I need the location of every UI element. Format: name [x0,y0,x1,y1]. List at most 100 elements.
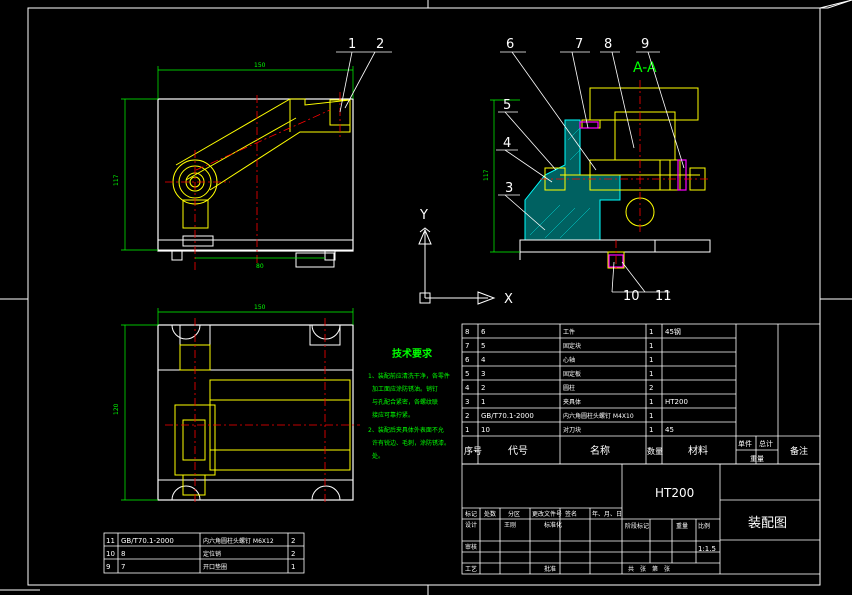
section-label: A-A [633,60,657,76]
balloon-8: 8 [604,37,612,52]
balloon-1: 1 [348,37,356,52]
bom-header-total: 总计 [759,439,773,448]
bom-cell-no: 3 [465,398,469,406]
balloon-7: 7 [575,37,583,52]
bom-header-name: 名称 [590,444,610,457]
bom-cell-no: 6 [465,356,470,364]
technical-requirements: 技术要求 1、装配前应清洗干净，各零件 加工面应涂防锈油。销钉 与孔配合紧密，各… [368,347,450,460]
title-block-text: HT200 装配图 1:1.5 标记 处数 分区 更改文件号 签名 年、月、日 … [465,486,787,573]
bom-lower-rows: 11 GB/T70.1-2000 内六角圆柱头螺钉 M6X12 2 10 8 定位销 2 9 7 开… [106,537,295,571]
bom-lower-cell-no: 11 [106,537,115,545]
bom-cell-no: 4 [465,384,470,392]
bom-header: 序号 代号 名称 数量 材料 单件 总计 重量 备注 [464,439,808,463]
bom-cell-code: 4 [481,356,486,364]
balloon-3: 3 [505,181,513,196]
tech-line-3: 与孔配合紧密，各螺纹联 [372,398,438,406]
bom-lower-cell-code: 8 [121,550,125,558]
balloon-9: 9 [641,37,649,52]
balloon-2: 2 [376,37,384,52]
balloon-4: 4 [503,136,511,151]
title-std: 标准化 [544,521,562,529]
axis-x-label: X [504,292,513,307]
tech-line-2: 加工面应涂防锈油。销钉 [372,385,438,393]
bom-lower-cell-qty: 2 [291,550,295,558]
bom-lower-cell-qty: 2 [291,537,295,545]
tech-title: 技术要求 [392,347,433,360]
bom-cell-name: 内六角圆柱头螺钉 M4X10 [563,412,634,420]
axis-y-label: Y [419,208,428,223]
bom-cell-name: 工件 [563,328,575,336]
bom-cell-qty: 1 [649,370,653,378]
bom-cell-name: 夹具体 [563,398,581,406]
dim-bottom-width: 80 [256,263,264,270]
bom-cell-mat: HT200 [665,398,688,406]
balloon-5: 5 [503,98,511,113]
bom-header-mat: 材料 [688,444,708,457]
bom-cell-code: 6 [481,328,486,336]
plan-view: 150 120 [113,304,360,505]
bom-cell-code: 2 [481,384,485,392]
bom-cell-name: 固定块 [563,342,581,350]
dim-top-width: 150 [254,62,266,69]
bom-cell-qty: 2 [649,384,653,392]
title-count: 处数 [484,510,496,518]
balloon-6: 6 [506,37,514,52]
bom-lower-cell-name: 内六角圆柱头螺钉 M6X12 [203,537,274,545]
bom-header-single: 单件 [738,439,752,448]
title-approve: 批准 [544,565,556,573]
bom-lower-cell-name: 定位销 [203,550,221,558]
bom-cell-no: 2 [465,412,469,420]
title-sign: 签名 [565,510,577,518]
bom-header-qty: 数量 [647,446,663,456]
bom-cell-qty: 1 [649,356,653,364]
title-process: 工艺 [465,565,477,573]
tech-line-1: 1、装配前应清洗干净，各零件 [368,372,450,380]
bom-cell-mat: 45钢 [665,327,681,336]
title-material: HT200 [655,486,694,500]
title-ratio: 比例 [698,522,710,530]
dim-left-height: 117 [113,174,120,186]
bom-cell-qty: 1 [649,398,653,406]
bom-lower-cell-no: 9 [106,563,110,571]
bom-cell-code: 1 [481,398,485,406]
bom-cell-qty: 1 [649,342,653,350]
bom-rows: 8 6 工件 1 45钢 7 5 固定块 1 6 4 心轴 1 5 3 固定板 1 4 2 圆柱 2 3 1 夹具体 1 HT20… [465,327,688,434]
bom-cell-no: 8 [465,328,469,336]
title-design: 设计 [465,521,477,529]
title-stage: 阶段标记 [625,522,649,530]
bom-lower-cell-qty: 1 [291,563,295,571]
bom-header-code: 代号 [508,445,528,457]
bom-lower-cell-code: 7 [121,563,125,571]
bom-lower-cell-no: 10 [106,550,115,558]
bom-header-note: 备注 [790,445,808,457]
section-view: A-A 117 6 7 8 9 5 4 3 10 11 [483,37,711,304]
drawing-canvas: 150 117 80 1 2 150 120 技术要求 1、装配前应清洗干净，各… [0,0,852,595]
tech-line-4: 接应可靠拧紧。 [372,411,414,419]
title-docno: 更改文件号 [532,510,562,518]
tech-line-7: 处。 [372,452,384,460]
dim-plan-width: 150 [254,304,266,311]
front-view: 150 117 80 1 2 [113,37,392,270]
title-designer: 王刚 [504,521,516,529]
bom-cell-code: GB/T70.1-2000 [481,412,534,420]
bom-cell-qty: 1 [649,412,653,420]
bom-lower-cell-name: 开口垫圈 [203,563,227,571]
bom-cell-code: 5 [481,342,485,350]
bom-cell-no: 1 [465,426,469,434]
bom-cell-name: 圆柱 [563,384,575,392]
bom-cell-no: 5 [465,370,469,378]
bom-cell-name: 对刀块 [563,426,581,434]
tech-line-6: 许有锐边、毛刺，涂防锈漆。 [372,439,450,447]
bom-header-weight: 重量 [750,455,764,463]
bom-cell-no: 7 [465,342,469,350]
title-check: 审核 [465,543,477,551]
balloon-11: 11 [655,289,672,304]
title-sheet: 共 张 第 张 [628,565,670,573]
bom-cell-mat: 45 [665,426,674,434]
bom-cell-qty: 1 [649,328,653,336]
bom-cell-qty: 1 [649,426,653,434]
title-zone: 分区 [508,510,520,518]
dim-section-height: 117 [483,169,490,181]
balloon-10: 10 [623,289,640,304]
dim-plan-height: 120 [113,403,120,415]
